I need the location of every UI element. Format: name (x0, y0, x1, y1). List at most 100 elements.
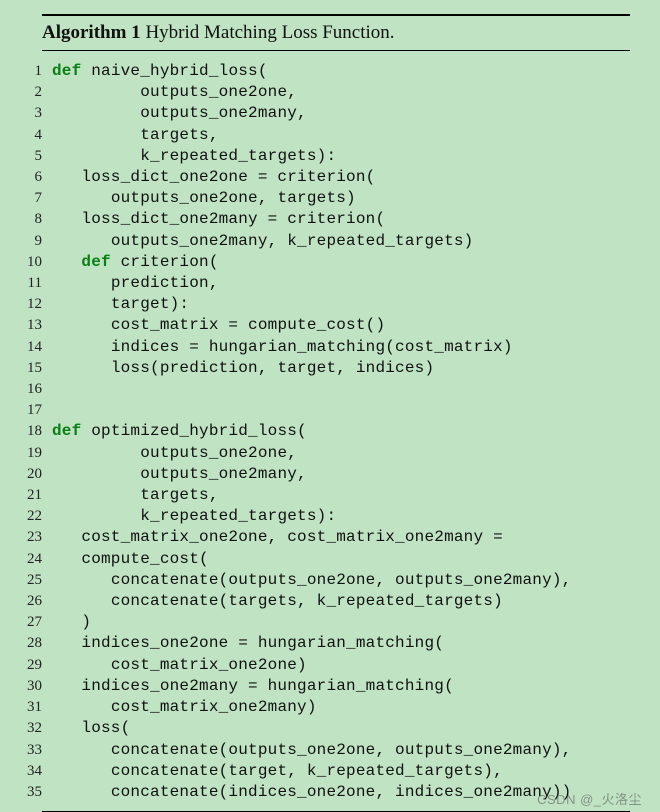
identifier: indices = hungarian_matching(cost_matrix… (111, 338, 513, 356)
line-number: 24 (16, 549, 52, 570)
code-line: 10 def criterion( (16, 252, 630, 273)
code-line: 4 targets, (16, 125, 630, 146)
code-line: 9 outputs_one2many, k_repeated_targets) (16, 231, 630, 252)
line-number: 28 (16, 633, 52, 654)
function-name: criterion( (121, 253, 219, 271)
code-line: 33 concatenate(outputs_one2one, outputs_… (16, 740, 630, 761)
code-source: loss_dict_one2many = criterion( (52, 209, 385, 230)
code-source: outputs_one2one, (52, 443, 297, 464)
identifier: outputs_one2many, (140, 104, 307, 122)
code-line: 8 loss_dict_one2many = criterion( (16, 209, 630, 230)
line-number: 12 (16, 294, 52, 315)
line-number: 27 (16, 612, 52, 633)
code-source: def criterion( (52, 252, 219, 273)
line-number: 5 (16, 146, 52, 167)
code-line: 32 loss( (16, 718, 630, 739)
identifier: outputs_one2one, targets) (111, 189, 356, 207)
code-source: prediction, (52, 273, 219, 294)
page: Algorithm 1 Hybrid Matching Loss Functio… (0, 0, 660, 812)
line-number: 23 (16, 527, 52, 548)
code-line: 25 concatenate(outputs_one2one, outputs_… (16, 570, 630, 591)
code-source: targets, (52, 125, 219, 146)
identifier: cost_matrix_one2many) (111, 698, 317, 716)
watermark: CSDN @_火洛尘 (537, 789, 642, 808)
code-source: targets, (52, 485, 219, 506)
algorithm-header: Algorithm 1 Hybrid Matching Loss Functio… (42, 20, 630, 46)
identifier: outputs_one2many, k_repeated_targets) (111, 232, 474, 250)
code-line: 12 target): (16, 294, 630, 315)
code-line: 20 outputs_one2many, (16, 464, 630, 485)
identifier: k_repeated_targets): (140, 507, 336, 525)
code-source: target): (52, 294, 189, 315)
identifier: k_repeated_targets): (140, 147, 336, 165)
code-line: 17 (16, 400, 630, 421)
code-source: indices = hungarian_matching(cost_matrix… (52, 337, 513, 358)
identifier: concatenate(outputs_one2one, outputs_one… (111, 571, 572, 589)
code-source: outputs_one2many, k_repeated_targets) (52, 231, 473, 252)
algorithm-title: Hybrid Matching Loss Function. (145, 22, 394, 43)
identifier: cost_matrix = compute_cost() (111, 316, 385, 334)
code-line: 1def naive_hybrid_loss( (16, 61, 630, 82)
line-number: 8 (16, 209, 52, 230)
line-number: 34 (16, 761, 52, 782)
identifier: concatenate(indices_one2one, indices_one… (111, 783, 572, 801)
code-source: loss(prediction, target, indices) (52, 358, 434, 379)
keyword: def (81, 253, 120, 271)
code-source: outputs_one2one, targets) (52, 188, 356, 209)
code-source: concatenate(outputs_one2one, outputs_one… (52, 740, 572, 761)
identifier: ) (81, 613, 91, 631)
keyword: def (52, 422, 91, 440)
identifier: concatenate(targets, k_repeated_targets) (111, 592, 503, 610)
identifier: compute_cost( (81, 550, 208, 568)
code-source: cost_matrix = compute_cost() (52, 315, 385, 336)
line-number: 22 (16, 506, 52, 527)
line-number: 7 (16, 188, 52, 209)
code-line: 30 indices_one2many = hungarian_matching… (16, 676, 630, 697)
line-number: 4 (16, 125, 52, 146)
code-listing: 1def naive_hybrid_loss(2 outputs_one2one… (16, 61, 630, 803)
code-line: 13 cost_matrix = compute_cost() (16, 315, 630, 336)
code-source: compute_cost( (52, 549, 209, 570)
algorithm-label: Algorithm 1 (42, 22, 141, 43)
identifier: targets, (140, 126, 218, 144)
code-line: 19 outputs_one2one, (16, 443, 630, 464)
code-line: 7 outputs_one2one, targets) (16, 188, 630, 209)
identifier: cost_matrix_one2one) (111, 656, 307, 674)
line-number: 19 (16, 443, 52, 464)
code-line: 29 cost_matrix_one2one) (16, 655, 630, 676)
code-source: def naive_hybrid_loss( (52, 61, 268, 82)
line-number: 15 (16, 358, 52, 379)
identifier: indices_one2one = hungarian_matching( (81, 634, 444, 652)
code-line: 18def optimized_hybrid_loss( (16, 421, 630, 442)
line-number: 35 (16, 782, 52, 803)
line-number: 20 (16, 464, 52, 485)
line-number: 14 (16, 337, 52, 358)
line-number: 6 (16, 167, 52, 188)
function-name: optimized_hybrid_loss( (91, 422, 307, 440)
line-number: 11 (16, 273, 52, 294)
identifier: outputs_one2one, (140, 83, 297, 101)
line-number: 1 (16, 61, 52, 82)
code-line: 31 cost_matrix_one2many) (16, 697, 630, 718)
code-source: concatenate(target, k_repeated_targets), (52, 761, 503, 782)
identifier: cost_matrix_one2one, cost_matrix_one2man… (81, 528, 502, 546)
code-line: 28 indices_one2one = hungarian_matching( (16, 633, 630, 654)
line-number: 9 (16, 231, 52, 252)
identifier: target): (111, 295, 189, 313)
line-number: 33 (16, 740, 52, 761)
code-source: k_repeated_targets): (52, 146, 336, 167)
code-line: 5 k_repeated_targets): (16, 146, 630, 167)
identifier: outputs_one2many, (140, 465, 307, 483)
code-line: 11 prediction, (16, 273, 630, 294)
identifier: prediction, (111, 274, 219, 292)
code-line: 2 outputs_one2one, (16, 82, 630, 103)
code-source: ) (52, 612, 91, 633)
code-line: 6 loss_dict_one2one = criterion( (16, 167, 630, 188)
code-line: 3 outputs_one2many, (16, 103, 630, 124)
identifier: outputs_one2one, (140, 444, 297, 462)
code-source: concatenate(targets, k_repeated_targets) (52, 591, 503, 612)
code-source: cost_matrix_one2one) (52, 655, 307, 676)
code-source: concatenate(indices_one2one, indices_one… (52, 782, 572, 803)
code-line: 16 (16, 379, 630, 400)
line-number: 25 (16, 570, 52, 591)
